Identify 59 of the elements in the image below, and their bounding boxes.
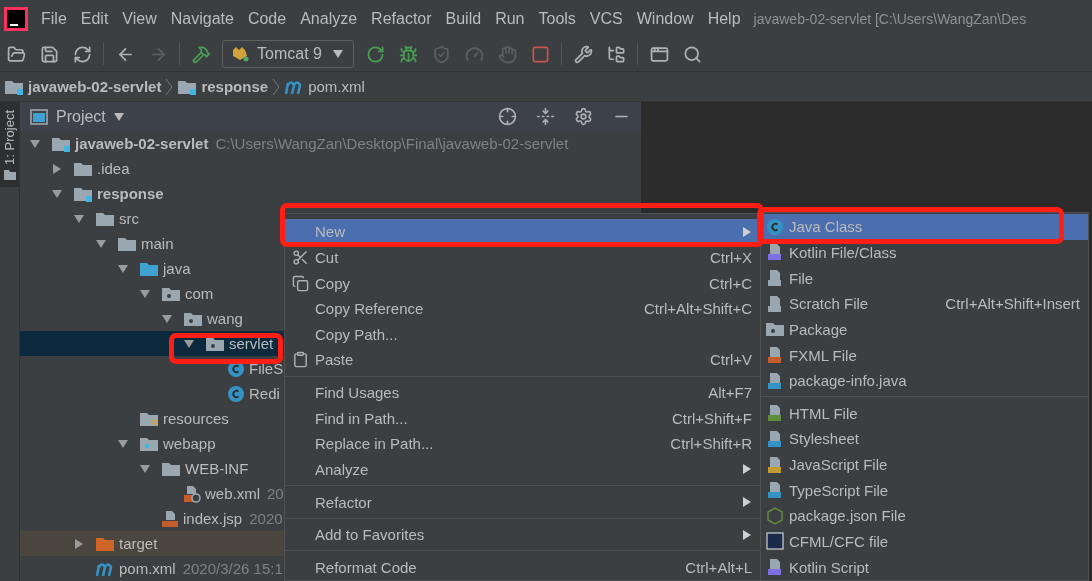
menu-item-label: package-info.java xyxy=(789,372,907,390)
menu-item-label: Copy xyxy=(315,274,351,292)
tree-item-label: Redi xyxy=(249,385,280,402)
shortcut-label: Ctrl+V xyxy=(708,351,752,369)
tree-item-label: javaweb-02-servlet xyxy=(75,135,209,152)
shortcut-label: Ctrl+X xyxy=(708,248,752,266)
shortcut-label: Ctrl+Alt+Shift+C xyxy=(643,300,752,318)
tree-item-label: wang xyxy=(207,310,243,327)
menu-item-label: JavaScript File xyxy=(789,456,888,474)
menu-item-label: Add to Favorites xyxy=(315,526,425,544)
tree-item-label: response xyxy=(97,185,164,202)
menu-item-label: Kotlin Script xyxy=(789,558,870,576)
menu-item-label: Find in Path... xyxy=(315,409,408,427)
tree-item-label: src xyxy=(119,210,139,227)
menu-item-label: Copy Reference xyxy=(315,300,424,318)
menu-item-label: Stylesheet xyxy=(789,430,860,448)
shortcut-label: Ctrl+Alt+Shift+Insert xyxy=(944,295,1080,313)
tree-item-label: WEB-INF xyxy=(185,460,249,477)
shortcut-label: Ctrl+Shift+F xyxy=(670,409,752,427)
tree-item-label: .idea xyxy=(97,160,130,177)
menu-item-label: package.json File xyxy=(789,507,906,525)
tree-item-label: web.xml xyxy=(205,485,260,502)
menu-item-label: CFML/CFC file xyxy=(789,532,889,550)
tree-item-label: index.jsp xyxy=(183,510,243,527)
menu-item-label: Analyze xyxy=(315,460,369,478)
tree-item-note: 2020 xyxy=(249,510,283,527)
tree-item-label: pom.xml xyxy=(119,560,176,577)
menu-item-label: Java Class xyxy=(789,218,863,236)
menu-item-label: File xyxy=(789,269,814,287)
menu-item-label: HTML File xyxy=(789,404,858,422)
tree-item-label: com xyxy=(185,285,214,302)
menu-item-label: New xyxy=(315,223,345,241)
shortcut-label: Ctrl+Alt+L xyxy=(684,558,752,576)
menu-item-label: Refactor xyxy=(315,493,372,511)
menu-item-label: Kotlin File/Class xyxy=(789,243,897,261)
menu-item-label: TypeScript File xyxy=(789,481,889,499)
tree-item-label: java xyxy=(163,260,191,277)
tree-item-note: 20 xyxy=(267,485,284,502)
tree-item-label: servlet xyxy=(229,335,274,352)
shortcut-label: Ctrl+C xyxy=(708,274,752,292)
menu-item-label: Paste xyxy=(315,351,354,369)
menu-item-label: Reformat Code xyxy=(315,558,417,576)
tree-item-note: C:\Users\WangZan\Desktop\Final\javaweb-02-servlet xyxy=(215,135,569,152)
menu-item-label: FXML File xyxy=(789,346,857,364)
tree-item-label: main xyxy=(141,235,174,252)
tree-item-label: target xyxy=(119,535,158,552)
shortcut-label: Ctrl+Shift+R xyxy=(669,435,752,453)
menu-item-label: Find Usages xyxy=(315,384,400,402)
menu-item-label: Replace in Path... xyxy=(315,435,434,453)
window-title: javaweb-02-servlet [C:\Users\WangZan\Des xyxy=(753,10,1027,27)
tree-item-label: resources xyxy=(163,410,229,427)
menu-item-label: Cut xyxy=(315,248,339,266)
menu-item-label: Scratch File xyxy=(789,295,869,313)
shortcut-label: Alt+F7 xyxy=(707,384,752,402)
tree-item-label: FileS xyxy=(249,360,284,377)
tree-item-note: 2020/3/26 15:1 xyxy=(182,560,283,577)
menu-item-label: Copy Path... xyxy=(315,325,398,343)
menu-item-label: Package xyxy=(789,320,848,338)
tree-item-label: webapp xyxy=(163,435,216,452)
